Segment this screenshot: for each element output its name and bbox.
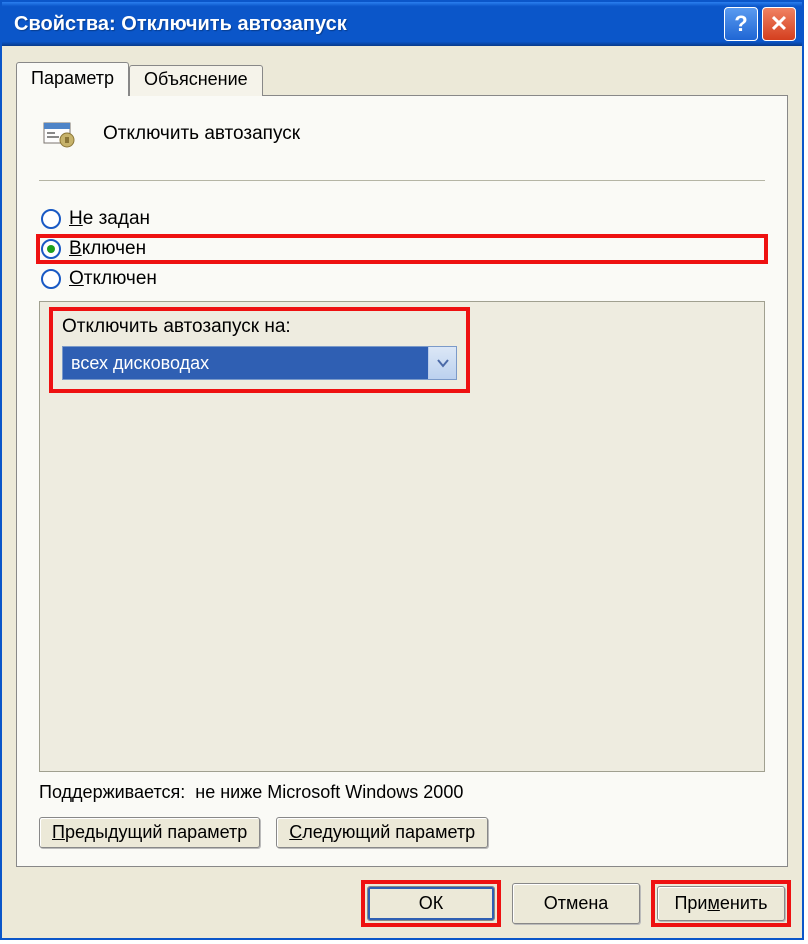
help-button[interactable]: ? — [724, 7, 758, 41]
apply-button[interactable]: Применить — [657, 886, 785, 921]
radio-label: Включен — [69, 238, 146, 260]
tab-strip: Параметр Объяснение — [16, 62, 788, 96]
policy-title: Отключить автозапуск — [103, 123, 300, 145]
radio-label: Не задан — [69, 208, 150, 230]
supported-row: Поддерживается: не ниже Microsoft Window… — [39, 782, 765, 803]
settings-label: Отключить автозапуск на: — [62, 316, 457, 338]
supported-label: Поддерживается: — [39, 782, 185, 802]
titlebar[interactable]: Свойства: Отключить автозапуск ? ✕ — [2, 2, 802, 46]
dialog-footer: ОК Отмена Применить — [16, 883, 788, 924]
prev-setting-button[interactable]: Предыдущий параметр — [39, 817, 260, 848]
radio-disabled[interactable]: Отключен — [39, 267, 765, 291]
cancel-button[interactable]: Отмена — [512, 883, 640, 924]
highlight-enabled: Включен — [39, 237, 765, 261]
close-button[interactable]: ✕ — [762, 7, 796, 41]
settings-group: Отключить автозапуск на: всех дисководах — [39, 301, 765, 772]
separator — [39, 180, 765, 181]
highlight-settings: Отключить автозапуск на: всех дисководах — [52, 310, 467, 390]
supported-value: не ниже Microsoft Windows 2000 — [195, 782, 463, 802]
help-icon: ? — [734, 11, 747, 37]
dialog-window: Свойства: Отключить автозапуск ? ✕ Парам… — [0, 0, 804, 940]
radio-not-configured[interactable]: Не задан — [39, 207, 765, 231]
radio-icon — [41, 209, 61, 229]
window-title: Свойства: Отключить автозапуск — [14, 13, 720, 36]
policy-icon — [39, 114, 79, 154]
policy-heading-row: Отключить автозапуск — [39, 114, 765, 154]
radio-icon — [41, 269, 61, 289]
highlight-ok: ОК — [364, 883, 498, 924]
radio-label: Отключен — [69, 268, 157, 290]
client-area: Параметр Объяснение Отключить автозапуск — [2, 46, 802, 938]
radio-enabled[interactable]: Включен — [39, 237, 148, 261]
tab-parameter[interactable]: Параметр — [16, 62, 129, 96]
radio-group-state: Не задан Включен Отключен — [39, 207, 765, 291]
radio-icon — [41, 239, 61, 259]
nav-buttons: Предыдущий параметр Следующий параметр — [39, 817, 765, 848]
tab-explanation[interactable]: Объяснение — [129, 65, 263, 96]
drives-combobox[interactable]: всех дисководах — [62, 346, 457, 380]
combobox-button[interactable] — [428, 347, 456, 379]
combobox-selected: всех дисководах — [63, 347, 428, 379]
highlight-apply: Применить — [654, 883, 788, 924]
ok-button[interactable]: ОК — [367, 886, 495, 921]
tab-panel-parameter: Отключить автозапуск Не задан Включен От… — [16, 95, 788, 867]
next-setting-button[interactable]: Следующий параметр — [276, 817, 488, 848]
chevron-down-icon — [436, 356, 450, 370]
close-icon: ✕ — [770, 11, 788, 37]
